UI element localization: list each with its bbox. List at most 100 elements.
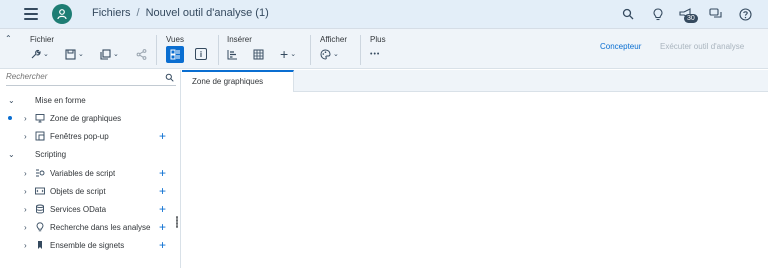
outline-sidebar: ⌄ Mise en forme › Zone de graphiques › F… <box>0 70 181 268</box>
insert-chart-button[interactable] <box>227 46 238 62</box>
tree-label: Services OData <box>50 204 107 214</box>
more-icon: ••• <box>370 50 381 58</box>
breadcrumb: Fichiers / Nouvel outil d'analyse (1) <box>92 7 269 19</box>
canvas-area[interactable] <box>182 92 768 268</box>
insert-more-button[interactable]: + ⌄ <box>280 46 296 62</box>
chevron-down-icon: ⌄ <box>78 51 84 58</box>
variable-icon <box>35 168 45 178</box>
tab-bar: Zone de graphiques <box>182 70 768 92</box>
add-script-object-button[interactable]: + <box>159 185 166 197</box>
plus-icon: + <box>280 46 289 62</box>
toolbar: ⌃ Fichier ⌄ ⌄ ⌄ Vues i Insérer + ⌄ Affic… <box>0 29 768 69</box>
outline-view-toggle[interactable] <box>166 46 184 63</box>
toolbar-divider <box>156 35 157 65</box>
chevron-right-icon[interactable]: › <box>24 132 27 141</box>
tree-label: Variables de script <box>50 168 116 178</box>
toolbar-divider <box>360 35 361 65</box>
tree-label: Recherche dans les analyse <box>50 222 151 232</box>
breadcrumb-root[interactable]: Fichiers <box>92 7 131 19</box>
resize-handle[interactable] <box>176 216 178 228</box>
toolbar-divider <box>218 35 219 65</box>
tree-label: Zone de graphiques <box>50 113 122 123</box>
outline-view-icon <box>170 49 180 60</box>
tree-item-script-objects[interactable]: › Objets de script + <box>0 183 181 199</box>
group-label-insert: Insérer <box>227 35 252 44</box>
lightbulb-icon <box>35 222 45 232</box>
tree-label: Objets de script <box>50 186 106 196</box>
search-input[interactable] <box>6 72 156 81</box>
monitor-icon <box>35 113 45 123</box>
avatar[interactable] <box>52 4 72 24</box>
chevron-right-icon[interactable]: › <box>24 114 27 123</box>
toolbar-divider <box>310 35 311 65</box>
breadcrumb-separator: / <box>136 7 140 19</box>
tree-section-layout[interactable]: ⌄ Mise en forme <box>0 92 181 108</box>
selected-indicator <box>8 116 12 120</box>
tree-label: Fenêtres pop-up <box>50 131 109 141</box>
notification-badge: 30 <box>684 14 698 23</box>
search-field[interactable] <box>6 72 176 86</box>
add-bookmark-set-button[interactable]: + <box>159 239 166 251</box>
shell-bar: Fichiers / Nouvel outil d'analyse (1) 30 <box>0 0 768 29</box>
save-icon <box>65 48 76 60</box>
save-menu-button[interactable]: ⌄ <box>65 46 84 62</box>
search-icon[interactable] <box>620 6 636 22</box>
add-search-to-insight-button[interactable]: + <box>159 221 166 233</box>
tree-label: Scripting <box>35 149 67 159</box>
tree-item-bookmark-set[interactable]: › Ensemble de signets + <box>0 237 181 253</box>
info-panel-toggle[interactable]: i <box>195 48 207 60</box>
menu-icon[interactable] <box>24 8 38 20</box>
chevron-down-icon: ⌄ <box>290 51 297 58</box>
tree-item-popups[interactable]: › Fenêtres pop-up + <box>0 128 181 144</box>
chat-icon[interactable] <box>708 6 724 22</box>
popup-icon <box>35 131 45 141</box>
edit-menu-button[interactable]: ⌄ <box>30 46 49 62</box>
copy-menu-button[interactable]: ⌄ <box>100 46 119 62</box>
chevron-down-icon[interactable]: ⌄ <box>8 96 15 105</box>
user-icon <box>57 9 67 20</box>
add-odata-service-button[interactable]: + <box>159 203 166 215</box>
display-menu-button[interactable]: ⌄ <box>320 46 339 62</box>
table-icon <box>253 49 264 59</box>
insert-table-button[interactable] <box>253 46 264 62</box>
more-button[interactable]: ••• <box>370 46 380 62</box>
chevron-right-icon[interactable]: › <box>24 187 27 196</box>
wrench-icon <box>31 49 41 58</box>
tree-item-search-to-insight[interactable]: › Recherche dans les analyse + <box>0 219 181 235</box>
database-icon <box>35 204 45 214</box>
bar-chart-icon <box>227 49 237 59</box>
group-label-file: Fichier <box>30 35 55 44</box>
lightbulb-icon[interactable] <box>650 6 666 22</box>
search-icon[interactable] <box>165 73 174 84</box>
group-label-more: Plus <box>370 35 386 44</box>
collapse-toolbar-icon[interactable]: ⌃ <box>5 34 12 43</box>
chevron-right-icon[interactable]: › <box>24 241 27 250</box>
tree-section-scripting[interactable]: ⌄ Scripting <box>0 146 181 162</box>
tree-label: Mise en forme <box>35 95 86 105</box>
tab-canvas[interactable]: Zone de graphiques <box>182 70 294 92</box>
group-label-views: Vues <box>166 35 184 44</box>
chevron-right-icon[interactable]: › <box>24 169 27 178</box>
info-icon: i <box>199 49 203 59</box>
script-object-icon <box>35 186 45 196</box>
tree-item-canvas[interactable]: › Zone de graphiques <box>0 110 181 126</box>
breadcrumb-current: Nouvel outil d'analyse (1) <box>145 7 269 19</box>
chevron-right-icon[interactable]: › <box>24 205 27 214</box>
chevron-right-icon[interactable]: › <box>24 223 27 232</box>
group-label-display: Afficher <box>320 35 347 44</box>
chevron-down-icon: ⌄ <box>333 51 339 58</box>
tree-item-script-variables[interactable]: › Variables de script + <box>0 165 181 181</box>
run-analytic-app-link[interactable]: Exécuter outil d'analyse <box>660 42 744 51</box>
help-icon[interactable] <box>737 6 753 22</box>
tree-item-odata-services[interactable]: › Services OData + <box>0 201 181 217</box>
add-script-variable-button[interactable]: + <box>159 167 166 179</box>
share-button[interactable] <box>136 46 147 62</box>
bookmark-icon <box>35 240 45 250</box>
add-popup-button[interactable]: + <box>159 130 166 142</box>
designer-mode-link[interactable]: Concepteur <box>600 42 641 51</box>
palette-icon <box>320 48 331 60</box>
copy-icon <box>100 48 111 60</box>
chevron-down-icon[interactable]: ⌄ <box>8 150 15 159</box>
chevron-down-icon: ⌄ <box>43 51 49 58</box>
tree-label: Ensemble de signets <box>50 240 125 250</box>
